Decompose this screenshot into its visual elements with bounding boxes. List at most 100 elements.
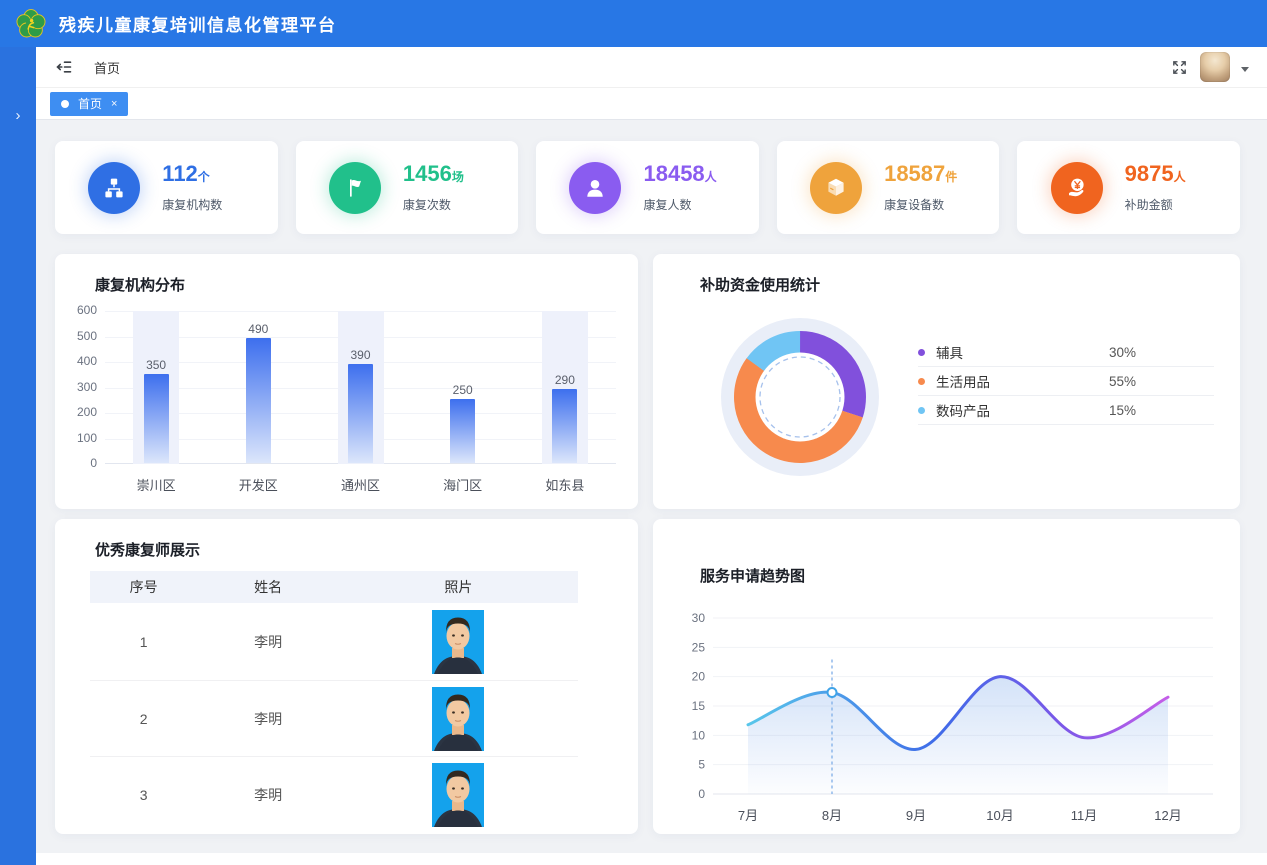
chart-title: 服务申请趋势图 — [700, 565, 805, 586]
tab-home[interactable]: 首页 × — [50, 92, 128, 116]
stat-unit: 人 — [1174, 170, 1186, 184]
stat-card-subsidy: 9875人 补助金额 — [1017, 141, 1240, 234]
chevron-right-icon[interactable]: › — [0, 107, 36, 124]
axis-category-label: 通州区 — [319, 475, 403, 494]
therapist-photo — [432, 610, 484, 674]
legend-item[interactable]: 辅具30% — [918, 338, 1214, 367]
axis-category-label: 崇川区 — [114, 475, 198, 494]
legend-value: 30% — [1109, 345, 1214, 360]
axis-tick-label: 400 — [57, 354, 97, 368]
column-header: 序号 — [90, 577, 197, 597]
cell-name: 李明 — [197, 632, 339, 652]
stat-unit: 人 — [705, 170, 717, 184]
bar-value-label: 290 — [535, 373, 595, 387]
cell-serial: 2 — [90, 711, 197, 727]
page-title: 残疾儿童康复培训信息化管理平台 — [59, 11, 337, 36]
axis-tick-label: 15 — [692, 699, 706, 713]
cell-name: 李明 — [197, 785, 339, 805]
stat-value: 9875 — [1125, 161, 1174, 186]
tab-label: 首页 — [78, 95, 102, 112]
chart-title: 康复机构分布 — [95, 274, 185, 295]
fullscreen-icon[interactable] — [1169, 57, 1189, 77]
legend-dot — [918, 407, 925, 414]
menu-fold-icon[interactable] — [54, 57, 74, 77]
donut-chart-card: 补助资金使用统计 辅具30%生活用品55%数码产品15% — [653, 254, 1240, 509]
column-header: 姓名 — [197, 577, 339, 597]
breadcrumb[interactable]: 首页 — [94, 58, 120, 77]
axis-tick-label: 0 — [57, 456, 97, 470]
legend-dot — [918, 378, 925, 385]
bar-value-label: 250 — [433, 383, 493, 397]
highlight-marker — [828, 688, 837, 697]
legend-item[interactable]: 生活用品55% — [918, 367, 1214, 396]
legend-label: 数码产品 — [936, 400, 1109, 420]
therapist-photo — [432, 687, 484, 751]
table-row: 3 李明 — [90, 756, 578, 832]
stat-card-devices: 18587件 康复设备数 — [777, 141, 1000, 234]
flower-emblem-icon — [16, 9, 46, 39]
bar — [552, 389, 577, 463]
stat-unit: 个 — [198, 170, 210, 184]
table-row: 2 李明 — [90, 680, 578, 756]
stat-label: 康复次数 — [403, 196, 485, 213]
bar-value-label: 390 — [331, 348, 391, 362]
legend-label: 辅具 — [936, 342, 1109, 362]
bar — [450, 399, 475, 463]
bar — [144, 374, 169, 463]
axis-category-label: 8月 — [822, 808, 842, 823]
box-icon — [810, 162, 862, 214]
stat-card-institutions: 112个 康复机构数 — [55, 141, 278, 234]
stats-row: 112个 康复机构数 1456场 康复 — [55, 141, 1240, 234]
stat-label: 补助金额 — [1125, 196, 1207, 213]
stat-value: 18458 — [643, 161, 704, 186]
stat-label: 康复机构数 — [162, 196, 244, 213]
dashboard-content: 112个 康复机构数 1456场 康复 — [36, 120, 1267, 853]
axis-category-label: 海门区 — [421, 475, 505, 494]
tab-close-icon[interactable]: × — [111, 98, 117, 110]
sidebar-rail: › — [0, 47, 36, 865]
stat-unit: 件 — [945, 170, 957, 184]
bar-value-label: 490 — [228, 322, 288, 336]
axis-category-label: 开发区 — [216, 475, 300, 494]
axis-category-label: 11月 — [1071, 808, 1098, 823]
therapist-photo — [432, 763, 484, 827]
bar-value-label: 350 — [126, 358, 186, 372]
axis-tick-label: 200 — [57, 405, 97, 419]
line-chart-card: 服务申请趋势图 0510152025307月8月9月10月11月12月 — [653, 519, 1240, 834]
stat-card-sessions: 1456场 康复次数 — [296, 141, 519, 234]
axis-tick-label: 5 — [698, 758, 705, 772]
cell-serial: 1 — [90, 634, 197, 650]
donut-chart — [720, 317, 880, 477]
user-avatar[interactable] — [1200, 52, 1230, 82]
flag-icon — [329, 162, 381, 214]
donut-legend: 辅具30%生活用品55%数码产品15% — [918, 338, 1214, 425]
stat-value: 18587 — [884, 161, 945, 186]
axis-tick-label: 600 — [57, 303, 97, 317]
bar-chart-card: 康复机构分布 350崇川区490开发区390通州区250海门区290如东县 01… — [55, 254, 638, 509]
table-row: 1 李明 — [90, 604, 578, 680]
legend-dot — [918, 349, 925, 356]
axis-tick-label: 500 — [57, 329, 97, 343]
stat-unit: 场 — [452, 170, 464, 184]
chevron-down-icon[interactable] — [1241, 67, 1249, 72]
toolbar: 首页 — [36, 47, 1267, 88]
bar-chart-plot: 350崇川区490开发区390通州区250海门区290如东县 — [105, 311, 616, 464]
stat-value: 112 — [162, 161, 198, 186]
cell-serial: 3 — [90, 787, 197, 803]
axis-tick-label: 300 — [57, 380, 97, 394]
legend-item[interactable]: 数码产品15% — [918, 396, 1214, 425]
chart-title: 补助资金使用统计 — [700, 274, 820, 295]
axis-category-label: 10月 — [986, 808, 1013, 823]
app-window: 残疾儿童康复培训信息化管理平台 › 首页 — [0, 0, 1267, 865]
axis-tick-label: 30 — [692, 611, 706, 625]
tab-active-dot — [61, 100, 69, 108]
org-chart-icon — [88, 162, 140, 214]
money-hand-icon — [1051, 162, 1103, 214]
therapists-table: 序号 姓名 照片 1 李明 — [90, 571, 578, 832]
bar — [246, 338, 271, 463]
legend-value: 55% — [1109, 374, 1214, 389]
user-icon — [569, 162, 621, 214]
stat-value: 1456 — [403, 161, 452, 186]
axis-category-label: 如东县 — [523, 475, 607, 494]
axis-tick-label: 0 — [698, 787, 705, 801]
